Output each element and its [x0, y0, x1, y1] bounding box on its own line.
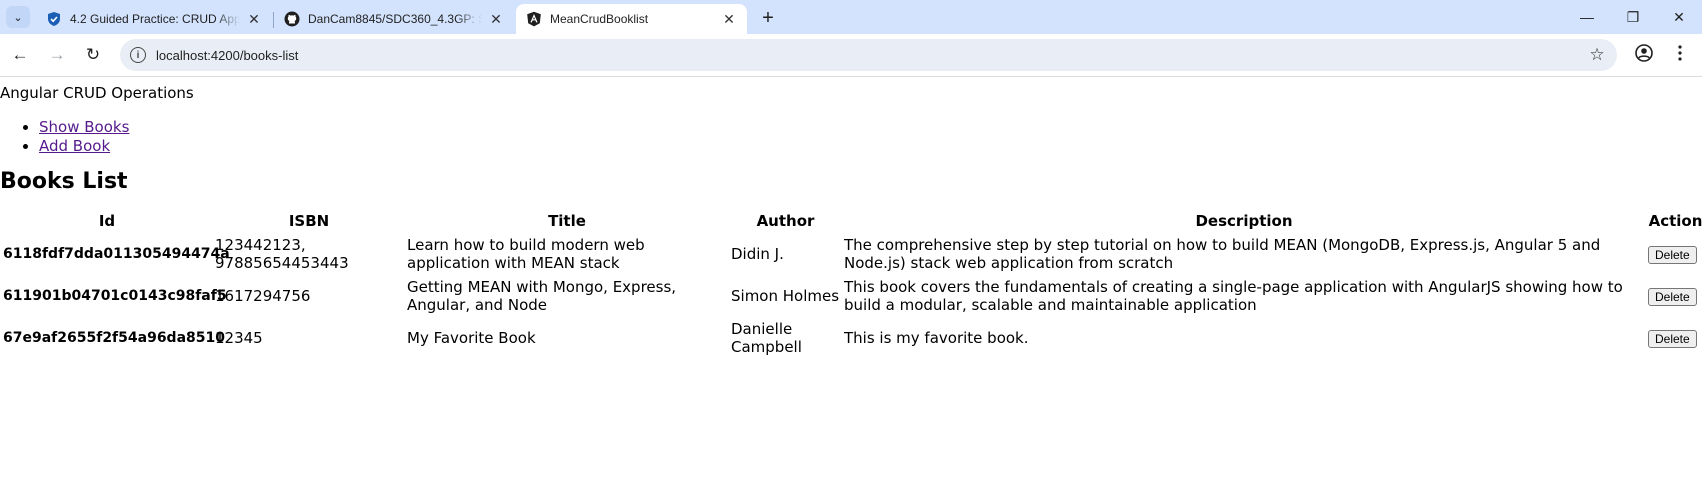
book-description: The comprehensive step by step tutorial …	[844, 236, 1601, 272]
delete-button[interactable]: Delete	[1648, 329, 1697, 348]
new-tab-button[interactable]: +	[757, 7, 779, 29]
back-button[interactable]: ←	[7, 42, 33, 68]
book-id: 6118fdf7dda011305494474a	[3, 246, 230, 262]
table-row: 67e9af2655f2f54a96da8510 12345 My Favori…	[2, 318, 1702, 358]
tab-title: DanCam8845/SDC360_4.3GP: SD	[308, 12, 482, 26]
shield-check-icon	[46, 11, 62, 27]
close-icon[interactable]: ✕	[488, 11, 504, 27]
minimize-icon: —	[1580, 9, 1594, 25]
tab-strip: ⌄ 4.2 Guided Practice: CRUD Appl ✕ DanCa…	[0, 0, 1702, 34]
reload-button[interactable]: ↻	[80, 42, 106, 68]
book-description: This book covers the fundamentals of cre…	[844, 278, 1623, 314]
book-isbn: 1617294756	[215, 287, 311, 305]
book-id: 611901b04701c0143c98faf5	[3, 288, 227, 304]
book-isbn: 123442123, 97885654453443	[215, 236, 349, 272]
page-title: Books List	[0, 169, 128, 194]
table-header-row: Id ISBN Title Author Description Action	[2, 211, 1702, 232]
address-text[interactable]: localhost:4200/books-list	[156, 48, 1585, 63]
github-icon	[284, 11, 300, 27]
column-header-action: Action	[1648, 212, 1702, 230]
book-title: Learn how to build modern web applicatio…	[407, 236, 645, 272]
book-action: Delete	[1647, 234, 1702, 274]
delete-button[interactable]: Delete	[1648, 245, 1697, 264]
profile-button[interactable]	[1631, 42, 1657, 68]
nav-item-add-book: Add Book	[39, 137, 1702, 156]
book-action: Delete	[1647, 318, 1702, 358]
minimize-button[interactable]: —	[1564, 0, 1610, 34]
tab-search-button[interactable]: ⌄	[6, 6, 30, 28]
arrow-right-icon: →	[48, 45, 66, 64]
tab-title: 4.2 Guided Practice: CRUD Appl	[70, 12, 240, 26]
add-book-link[interactable]: Add Book	[39, 137, 110, 155]
book-author: Danielle Campbell	[731, 320, 802, 356]
restore-icon: ❐	[1626, 8, 1640, 25]
profile-icon	[1635, 43, 1653, 67]
plus-icon: +	[762, 6, 774, 29]
close-icon[interactable]: ✕	[246, 11, 262, 27]
book-author: Didin J.	[731, 245, 784, 263]
tab-title: MeanCrudBooklist	[550, 12, 649, 26]
close-icon: ✕	[1673, 8, 1685, 25]
tab-guided-practice[interactable]: 4.2 Guided Practice: CRUD Appl ✕	[36, 4, 272, 34]
tab-mean-crud-booklist[interactable]: MeanCrudBooklist ✕	[516, 4, 747, 34]
book-title: Getting MEAN with Mongo, Express, Angula…	[407, 278, 677, 314]
address-bar[interactable]: i localhost:4200/books-list ☆	[120, 39, 1617, 71]
angular-icon	[526, 11, 542, 27]
table-row: 6118fdf7dda011305494474a 123442123, 9788…	[2, 234, 1702, 274]
book-description: This is my favorite book.	[844, 329, 1029, 347]
app-title: Angular CRUD Operations	[0, 84, 194, 102]
restore-button[interactable]: ❐	[1610, 0, 1656, 34]
column-header-description: Description	[1195, 212, 1293, 230]
forward-button[interactable]: →	[44, 42, 70, 68]
book-id: 67e9af2655f2f54a96da8510	[3, 330, 225, 346]
delete-button[interactable]: Delete	[1648, 287, 1697, 306]
column-header-isbn: ISBN	[288, 212, 330, 230]
reload-icon: ↻	[85, 45, 101, 64]
star-icon[interactable]: ☆	[1585, 43, 1609, 67]
close-icon[interactable]: ✕	[721, 11, 737, 27]
menu-button[interactable]	[1667, 42, 1693, 68]
chevron-down-icon: ⌄	[13, 11, 23, 24]
column-header-title: Title	[548, 212, 586, 230]
arrow-left-icon: ←	[11, 45, 29, 64]
book-isbn: 12345	[215, 329, 263, 347]
tab-github[interactable]: DanCam8845/SDC360_4.3GP: SD ✕	[274, 4, 514, 34]
nav-item-show-books: Show Books	[39, 118, 1702, 137]
table-row: 611901b04701c0143c98faf5 1617294756 Gett…	[2, 276, 1702, 316]
column-header-author: Author	[756, 212, 815, 230]
more-vert-icon	[1678, 44, 1682, 66]
book-action: Delete	[1647, 276, 1702, 316]
show-books-link[interactable]: Show Books	[39, 118, 129, 136]
book-title: My Favorite Book	[407, 329, 536, 347]
book-author: Simon Holmes	[731, 287, 840, 305]
books-table: Id ISBN Title Author Description Action …	[0, 209, 1702, 360]
info-icon[interactable]: i	[130, 47, 146, 63]
column-header-id: Id	[98, 212, 116, 230]
close-window-button[interactable]: ✕	[1656, 0, 1702, 34]
page-content: Angular CRUD Operations Show Books Add B…	[0, 77, 1702, 360]
browser-toolbar: ← → ↻ i localhost:4200/books-list ☆	[0, 34, 1702, 77]
app-nav: Show Books Add Book	[0, 118, 1702, 156]
